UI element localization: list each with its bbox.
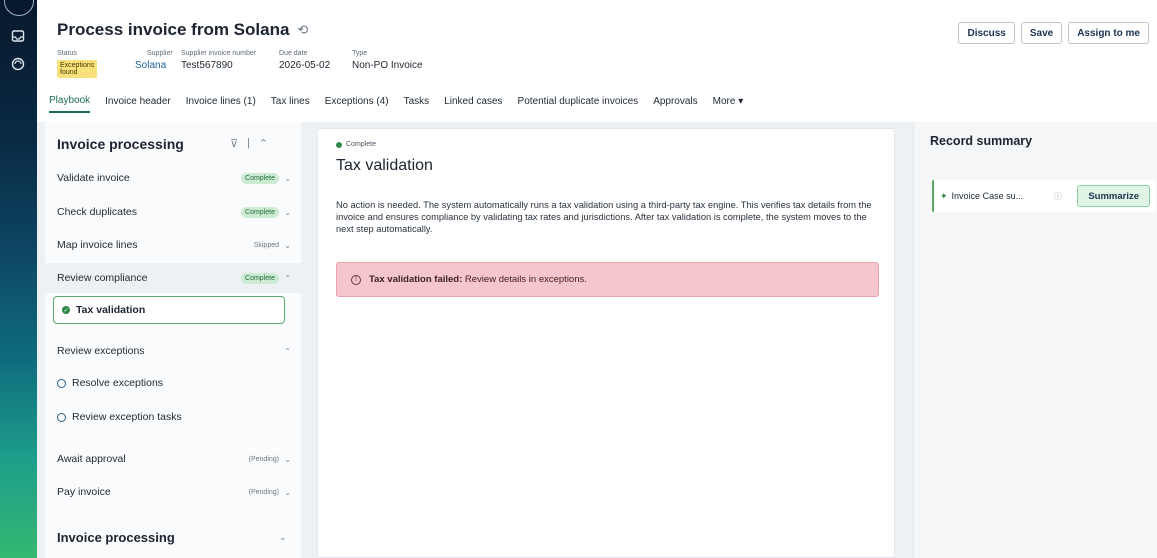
- tab-potential-duplicates[interactable]: Potential duplicate invoices: [518, 96, 639, 112]
- circle-icon: [57, 378, 66, 388]
- step-description: No action is needed. The system automati…: [336, 200, 872, 235]
- step-pay-invoice[interactable]: Pay invoice (Pending) ⌄: [45, 477, 301, 507]
- substep-review-exception-tasks[interactable]: Review exception tasks: [57, 411, 182, 423]
- step-review-compliance[interactable]: Review compliance Complete ⌃: [45, 263, 301, 293]
- record-summary-title: Record summary: [930, 134, 1033, 148]
- chevron-up-icon[interactable]: ⌃: [284, 347, 291, 356]
- link-icon[interactable]: ⟲: [297, 22, 308, 38]
- tab-bar: Playbook Invoice header Invoice lines (1…: [49, 94, 758, 114]
- step-check-duplicates[interactable]: Check duplicates Complete ⌄: [45, 197, 301, 227]
- tab-more[interactable]: More ▾: [713, 96, 744, 112]
- chevron-down-icon[interactable]: ⌄: [284, 174, 291, 183]
- status-badge: Complete: [241, 272, 279, 284]
- summary-card: ✦ Invoice Case su... ⓘ Summarize: [932, 180, 1156, 212]
- case-header: Process invoice from Solana ⟲ Status Exc…: [37, 0, 1157, 122]
- error-alert: ! Tax validation failed: Review details …: [336, 262, 879, 297]
- header-actions: Discuss Save Assign to me: [958, 22, 1149, 44]
- filter-icon[interactable]: ⊽: [230, 137, 238, 150]
- step-title: Tax validation: [336, 157, 433, 174]
- status-text: (Pending): [248, 488, 279, 496]
- save-button[interactable]: Save: [1020, 22, 1063, 44]
- summarize-button[interactable]: Summarize: [1077, 185, 1150, 207]
- assign-to-me-button[interactable]: Assign to me: [1068, 22, 1149, 44]
- status-text: Skipped: [253, 241, 279, 249]
- chevron-down-icon[interactable]: ⌄: [284, 241, 291, 250]
- dashboard-icon[interactable]: [8, 54, 28, 74]
- chevron-down-icon[interactable]: ⌄: [284, 208, 291, 217]
- step-review-exceptions[interactable]: Review exceptions ⌃: [45, 336, 301, 366]
- tab-tasks[interactable]: Tasks: [404, 96, 430, 112]
- tab-playbook[interactable]: Playbook: [49, 95, 91, 113]
- substep-resolve-exceptions[interactable]: Resolve exceptions: [57, 377, 163, 389]
- record-summary-panel: Record summary ✦ Invoice Case su... ⓘ Su…: [913, 122, 1157, 558]
- status-text: (Pending): [248, 455, 279, 463]
- step-validate-invoice[interactable]: Validate invoice Complete ⌄: [45, 163, 301, 193]
- rail-avatar[interactable]: [4, 0, 34, 16]
- discuss-button[interactable]: Discuss: [958, 22, 1015, 44]
- chevron-down-icon[interactable]: ⌄: [279, 532, 287, 543]
- divider: |: [247, 137, 250, 149]
- tab-tax-lines[interactable]: Tax lines: [271, 96, 310, 112]
- info-icon[interactable]: ⓘ: [1054, 191, 1062, 202]
- type-field: Type Non-PO Invoice: [352, 50, 423, 71]
- supplier-field: Supplier Solana: [135, 50, 173, 71]
- step-await-approval[interactable]: Await approval (Pending) ⌄: [45, 444, 301, 474]
- step-map-invoice-lines[interactable]: Map invoice lines Skipped ⌄: [45, 230, 301, 260]
- substep-tax-validation[interactable]: ✓ Tax validation: [53, 296, 285, 324]
- tab-exceptions[interactable]: Exceptions (4): [325, 96, 389, 112]
- circle-icon: [57, 412, 66, 422]
- tab-invoice-lines[interactable]: Invoice lines (1): [186, 96, 256, 112]
- step-detail-panel: Complete Tax validation No action is nee…: [317, 128, 895, 558]
- due-date-field: Due date 2026-05-02: [279, 50, 331, 71]
- chevron-up-icon[interactable]: ⌃: [259, 137, 268, 150]
- status-field: Status Exceptions found: [57, 50, 98, 78]
- page-title: Process invoice from Solana ⟲: [57, 20, 309, 39]
- status-badge: Complete: [241, 172, 279, 184]
- sparkle-icon: ✦: [940, 190, 948, 201]
- chevron-down-icon[interactable]: ⌄: [284, 455, 291, 464]
- check-icon: ✓: [62, 306, 70, 314]
- invoice-number-field: Supplier invoice number Test567890: [181, 50, 257, 71]
- alert-message: Tax validation failed: Review details in…: [369, 274, 587, 285]
- app-rail: [0, 0, 37, 558]
- status-badge: Complete: [241, 206, 279, 218]
- info-icon: !: [351, 274, 361, 285]
- status-dot-icon: [336, 141, 342, 148]
- chevron-down-icon[interactable]: ⌄: [284, 488, 291, 497]
- tab-invoice-header[interactable]: Invoice header: [105, 96, 171, 112]
- playbook-heading: Invoice processing: [57, 136, 184, 152]
- playbook-footer-heading: Invoice processing: [57, 530, 175, 545]
- inbox-icon[interactable]: [8, 26, 28, 46]
- playbook-tools: ⊽ | ⌃: [230, 137, 268, 150]
- tab-approvals[interactable]: Approvals: [653, 96, 697, 112]
- status-badge: Exceptions found: [57, 60, 98, 78]
- supplier-link[interactable]: Solana: [135, 60, 173, 71]
- chevron-up-icon[interactable]: ⌃: [284, 274, 291, 283]
- playbook-panel: Invoice processing ⊽ | ⌃ Validate invoic…: [45, 122, 301, 558]
- content-area: Invoice processing ⊽ | ⌃ Validate invoic…: [37, 122, 1157, 558]
- tab-linked-cases[interactable]: Linked cases: [444, 96, 502, 112]
- step-status: Complete: [336, 141, 376, 148]
